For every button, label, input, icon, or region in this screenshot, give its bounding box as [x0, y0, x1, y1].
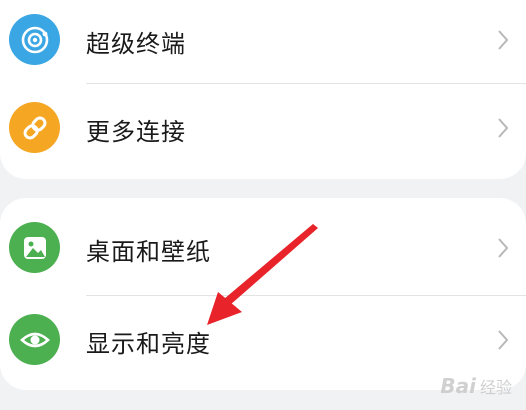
settings-item-more-connections[interactable]: 更多连接 — [0, 84, 526, 174]
baidu-jingyan-watermark: Bai 经验 — [440, 374, 512, 398]
wallpaper-icon — [9, 222, 60, 273]
settings-item-label: 桌面和壁纸 — [86, 237, 211, 266]
chevron-right-icon — [498, 238, 509, 258]
settings-item-desktop-wallpaper[interactable]: 桌面和壁纸 — [0, 204, 526, 294]
super-device-icon — [9, 14, 60, 65]
chevron-right-icon — [498, 330, 509, 350]
settings-item-super-device[interactable]: 超级终端 — [0, 0, 526, 86]
settings-group-connectivity: 超级终端 更多连接 — [0, 0, 526, 179]
eye-icon — [9, 314, 60, 365]
watermark-logo: Bai — [440, 374, 476, 398]
settings-item-label: 显示和亮度 — [86, 329, 211, 358]
settings-item-label: 超级终端 — [86, 29, 186, 58]
settings-item-label: 更多连接 — [86, 117, 186, 146]
chevron-right-icon — [498, 30, 509, 50]
settings-group-display: 桌面和壁纸 显示和亮度 — [0, 198, 526, 390]
chevron-right-icon — [498, 118, 509, 138]
settings-screen: 超级终端 更多连接 桌面和壁纸 显示和亮度 Bai 经验 — [0, 0, 526, 410]
link-icon — [9, 102, 60, 153]
watermark-text: 经验 — [479, 378, 512, 397]
settings-item-display-brightness[interactable]: 显示和亮度 — [0, 296, 526, 386]
